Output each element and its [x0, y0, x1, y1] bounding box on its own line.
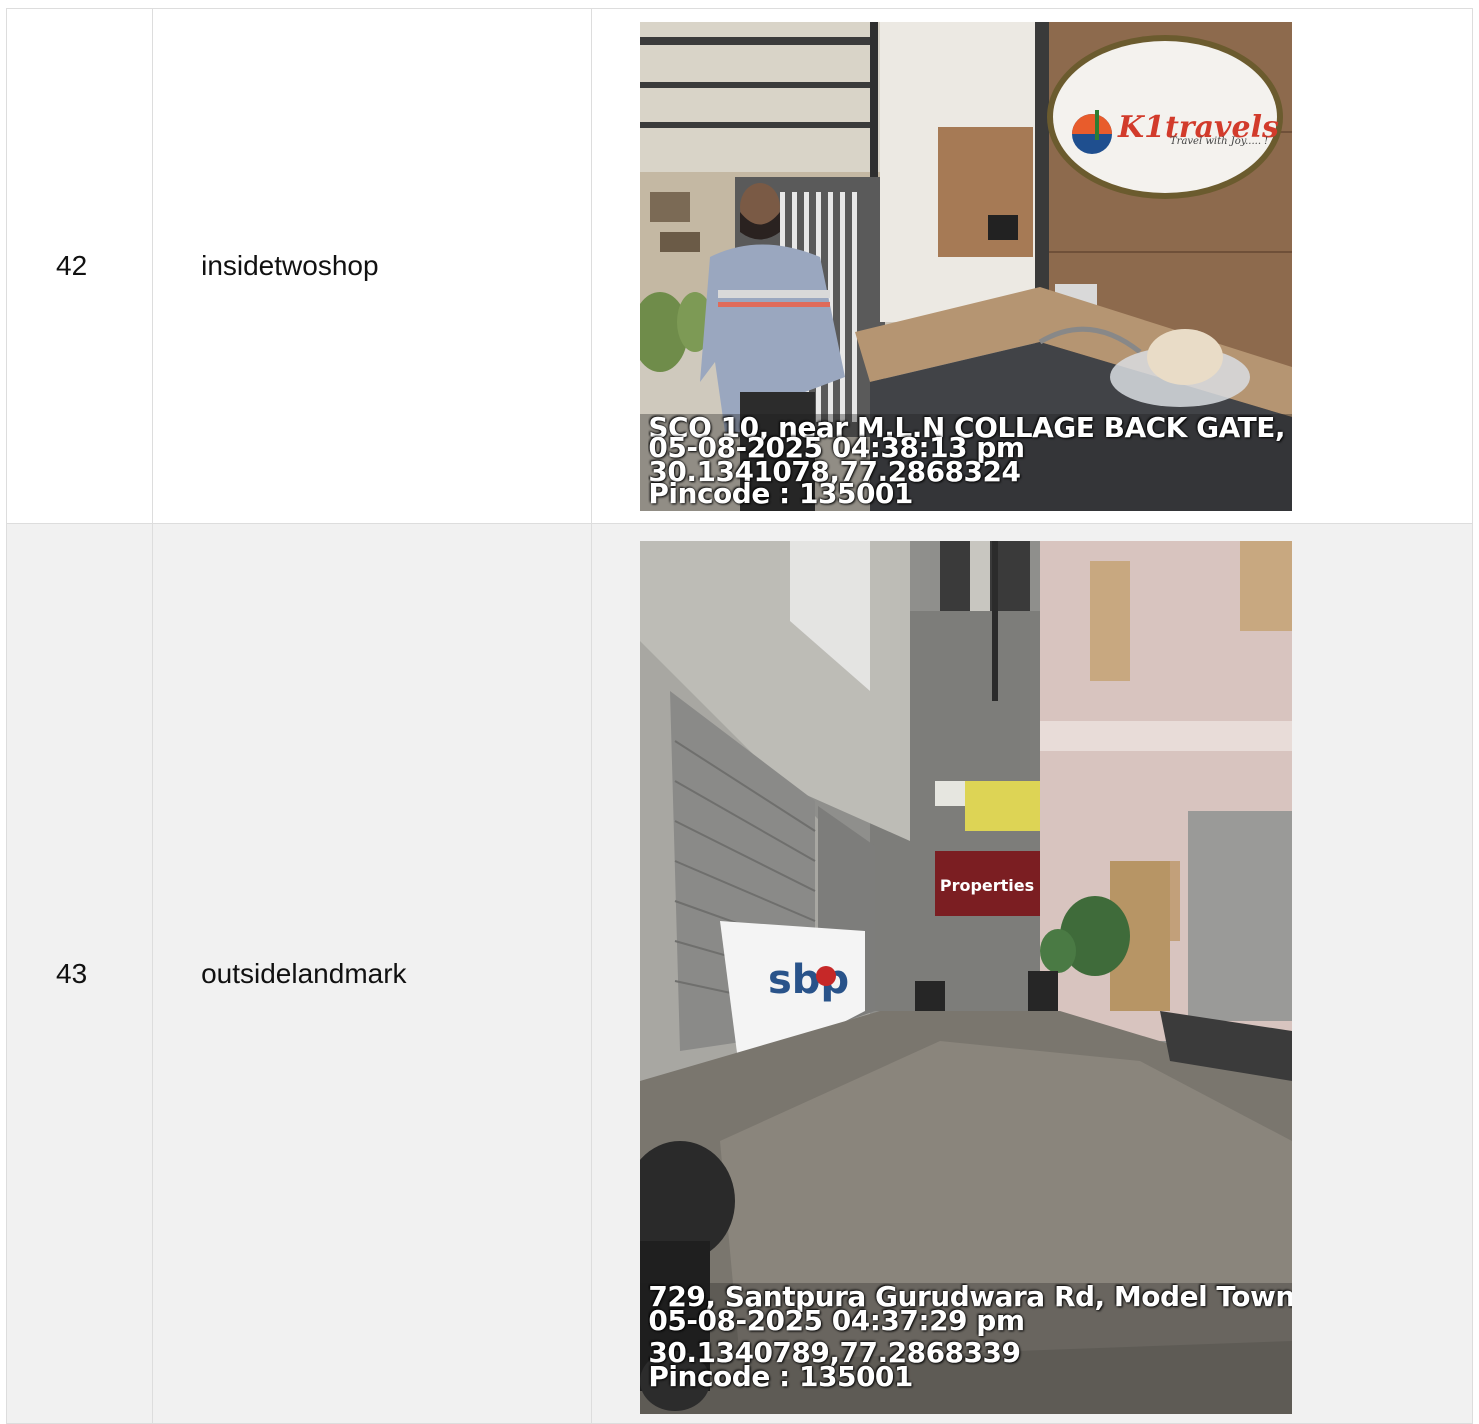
sign-subtext: Travel with Joy..... !: [1170, 136, 1268, 147]
geo-stamp: 729, Santpura Gurudwara Rd, Model Town, …: [648, 1283, 1292, 1391]
poster-text: Properties: [940, 876, 1034, 895]
table-row: 42 insidetwoshop K1travels Travel with J…: [5, 8, 1473, 524]
alley-landmark-photo: Properties sbp 729, Santpura Gurudwara R…: [640, 541, 1293, 1414]
photo-tag: insidetwoshop: [152, 8, 593, 524]
photo-cell: Properties sbp 729, Santpura Gurudwara R…: [591, 523, 1473, 1424]
board-text: sbp: [768, 957, 849, 1003]
survey-photo-table: 42 insidetwoshop K1travels Travel with J…: [5, 8, 1473, 1424]
geo-stamp: SCO 10, near M.L.N COLLAGE BACK GATE, ..…: [648, 414, 1292, 508]
row-number: 43: [5, 523, 154, 1424]
photo-cell: K1travels Travel with Joy..... ! SCO 10,…: [591, 8, 1473, 524]
shop-interior-photo: K1travels Travel with Joy..... ! SCO 10,…: [640, 21, 1293, 511]
row-number: 42: [5, 8, 154, 524]
table-row: 43 outsidelandmark Properties sbp 729, S…: [5, 523, 1473, 1424]
photo-tag: outsidelandmark: [152, 523, 593, 1424]
